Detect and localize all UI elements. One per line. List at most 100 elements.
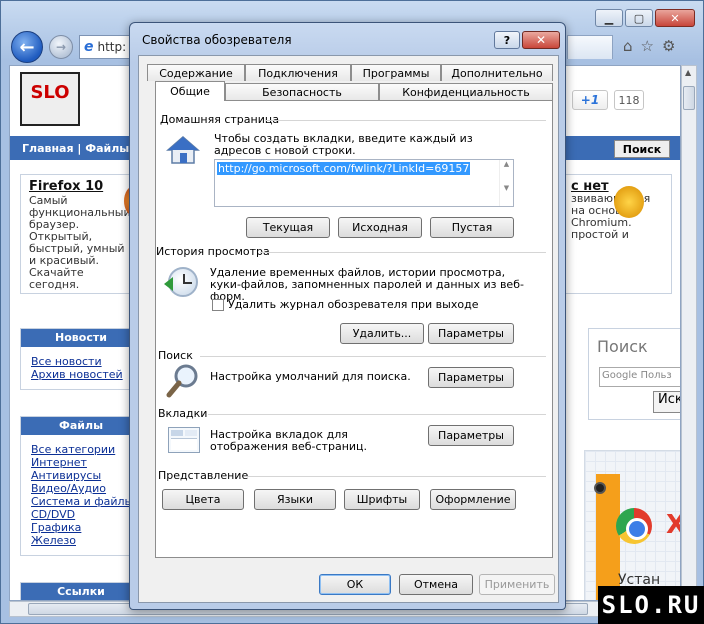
- dialog-title: Свойства обозревателя: [142, 33, 292, 47]
- delete-history-on-exit-checkbox[interactable]: [212, 299, 224, 311]
- news-link[interactable]: Все новости: [21, 355, 141, 368]
- help-button[interactable]: ?: [494, 31, 520, 49]
- home-page-description: Чтобы создать вкладки, введите каждый из…: [214, 132, 473, 157]
- dialog-body: Содержание Подключения Программы Дополни…: [138, 55, 559, 603]
- files-box-header: Файлы: [21, 417, 141, 435]
- use-default-button[interactable]: Исходная: [338, 217, 422, 238]
- site-nav-links[interactable]: Главная | Файлы: [22, 142, 129, 155]
- news-box: Новости Все новости Архив новостей: [20, 328, 142, 390]
- internet-options-dialog: Свойства обозревателя ? ✕ Содержание Под…: [129, 22, 566, 610]
- star-icon[interactable]: ☆: [641, 37, 654, 55]
- links-box-header: Ссылки: [21, 583, 141, 600]
- divider: [266, 120, 546, 121]
- home-page-url[interactable]: http://go.microsoft.com/fwlink/?LinkId=6…: [217, 162, 471, 175]
- clock-hand: [183, 282, 192, 284]
- tab-shape: [171, 430, 183, 436]
- history-clock-icon: [164, 267, 198, 297]
- colors-button[interactable]: Цвета: [162, 489, 244, 510]
- pane-shape: [171, 438, 197, 450]
- files-link[interactable]: Видео/Аудио: [21, 482, 141, 495]
- accessibility-button[interactable]: Оформление: [430, 489, 516, 510]
- watermark-logo: SLO.RU: [598, 586, 704, 624]
- browser-tab[interactable]: [567, 35, 613, 59]
- fonts-button[interactable]: Шрифты: [344, 489, 420, 510]
- gplus-button[interactable]: +1: [572, 90, 608, 110]
- ie-logo-icon: e: [84, 39, 94, 55]
- history-settings-button[interactable]: Параметры: [428, 323, 514, 344]
- delete-history-button[interactable]: Удалить...: [340, 323, 424, 344]
- site-logo[interactable]: SLO: [20, 72, 80, 126]
- appearance-label: Представление: [158, 469, 249, 482]
- home-icon[interactable]: ⌂: [623, 37, 633, 55]
- ok-button[interactable]: ОК: [319, 574, 391, 595]
- chrome-icon: [616, 508, 652, 544]
- tabs-description: Настройка вкладок для отображения веб-ст…: [210, 428, 368, 453]
- general-tab-panel: Домашняя страница Чтобы создать вкладки,…: [155, 100, 553, 558]
- vertical-scrollbar[interactable]: ▲ ▼: [681, 65, 697, 601]
- window-controls: ▁ ▢ ✕: [595, 9, 695, 27]
- forward-button[interactable]: →: [49, 35, 73, 59]
- home-page-url-field[interactable]: http://go.microsoft.com/fwlink/?LinkId=6…: [214, 159, 514, 207]
- minimize-button[interactable]: ▁: [595, 9, 623, 27]
- search-label: Поиск: [158, 349, 193, 362]
- magnifier-icon: [166, 364, 198, 398]
- tab-general[interactable]: Общие: [155, 81, 225, 101]
- close-window-button[interactable]: ✕: [655, 9, 695, 27]
- maximize-button[interactable]: ▢: [625, 9, 653, 27]
- right-search-widget: Поиск Google Польз Иск: [588, 328, 680, 420]
- tab-programs[interactable]: Программы: [351, 64, 441, 81]
- files-link[interactable]: Железо: [21, 534, 141, 547]
- address-text: http:: [97, 40, 127, 54]
- cancel-button[interactable]: Отмена: [399, 574, 473, 595]
- green-arrow-icon: [164, 277, 173, 291]
- news-box-header: Новости: [21, 329, 141, 347]
- promo-firefox-title[interactable]: Firefox 10: [29, 180, 133, 193]
- arrow-left-icon: ←: [19, 36, 35, 58]
- search-description: Настройка умолчаний для поиска.: [210, 370, 411, 383]
- links-box: Ссылки: [20, 582, 142, 600]
- slo-badge-icon: [614, 186, 644, 218]
- ad-letter: X: [666, 510, 680, 540]
- history-label: История просмотра: [156, 245, 270, 258]
- tabs-icon: [168, 427, 200, 453]
- right-search-button[interactable]: Иск: [653, 391, 680, 413]
- files-link[interactable]: CD/DVD: [21, 508, 141, 521]
- tab-connections[interactable]: Подключения: [245, 64, 351, 81]
- divider: [260, 252, 546, 253]
- tab-privacy[interactable]: Конфиденциальность: [379, 83, 553, 100]
- back-button[interactable]: ←: [11, 31, 43, 63]
- tab-shape: [185, 430, 197, 436]
- promo-firefox-text: Самый функциональный браузер. Открытый, …: [29, 194, 131, 291]
- files-link[interactable]: Интернет: [21, 456, 141, 469]
- site-search-button[interactable]: Поиск: [614, 140, 670, 158]
- use-current-button[interactable]: Текущая: [246, 217, 330, 238]
- divider: [208, 414, 546, 415]
- files-box: Файлы Все категории Интернет Антивирусы …: [20, 416, 142, 556]
- arrow-right-icon: →: [55, 40, 67, 54]
- gplus-count: 118: [614, 90, 644, 110]
- apply-button[interactable]: Применить: [479, 574, 555, 595]
- files-link[interactable]: Система и файлы: [21, 495, 141, 508]
- browser-toolbar: ⌂ ☆ ⚙: [623, 37, 675, 55]
- house-icon: [166, 136, 200, 164]
- scroll-up-icon[interactable]: ▲: [685, 68, 691, 77]
- right-search-input[interactable]: Google Польз: [599, 367, 680, 387]
- promo-firefox[interactable]: Firefox 10 Самый функциональный браузер.…: [20, 174, 142, 294]
- vertical-scroll-thumb[interactable]: [683, 86, 695, 110]
- dialog-close-button[interactable]: ✕: [522, 31, 560, 49]
- news-link[interactable]: Архив новостей: [21, 368, 141, 381]
- files-link[interactable]: Графика: [21, 521, 141, 534]
- tabs-settings-button[interactable]: Параметры: [428, 425, 514, 446]
- tab-content[interactable]: Содержание: [147, 64, 245, 81]
- tab-security[interactable]: Безопасность: [225, 83, 379, 100]
- files-link[interactable]: Антивирусы: [21, 469, 141, 482]
- gear-icon[interactable]: ⚙: [662, 37, 675, 55]
- url-field-scrollbar[interactable]: ▲ ▼: [499, 160, 513, 206]
- files-link[interactable]: Все категории: [21, 443, 141, 456]
- languages-button[interactable]: Языки: [254, 489, 336, 510]
- divider: [244, 476, 546, 477]
- tab-advanced[interactable]: Дополнительно: [441, 64, 553, 81]
- search-settings-button[interactable]: Параметры: [428, 367, 514, 388]
- delete-history-on-exit-label[interactable]: Удалить журнал обозревателя при выходе: [228, 299, 528, 311]
- use-blank-button[interactable]: Пустая: [430, 217, 514, 238]
